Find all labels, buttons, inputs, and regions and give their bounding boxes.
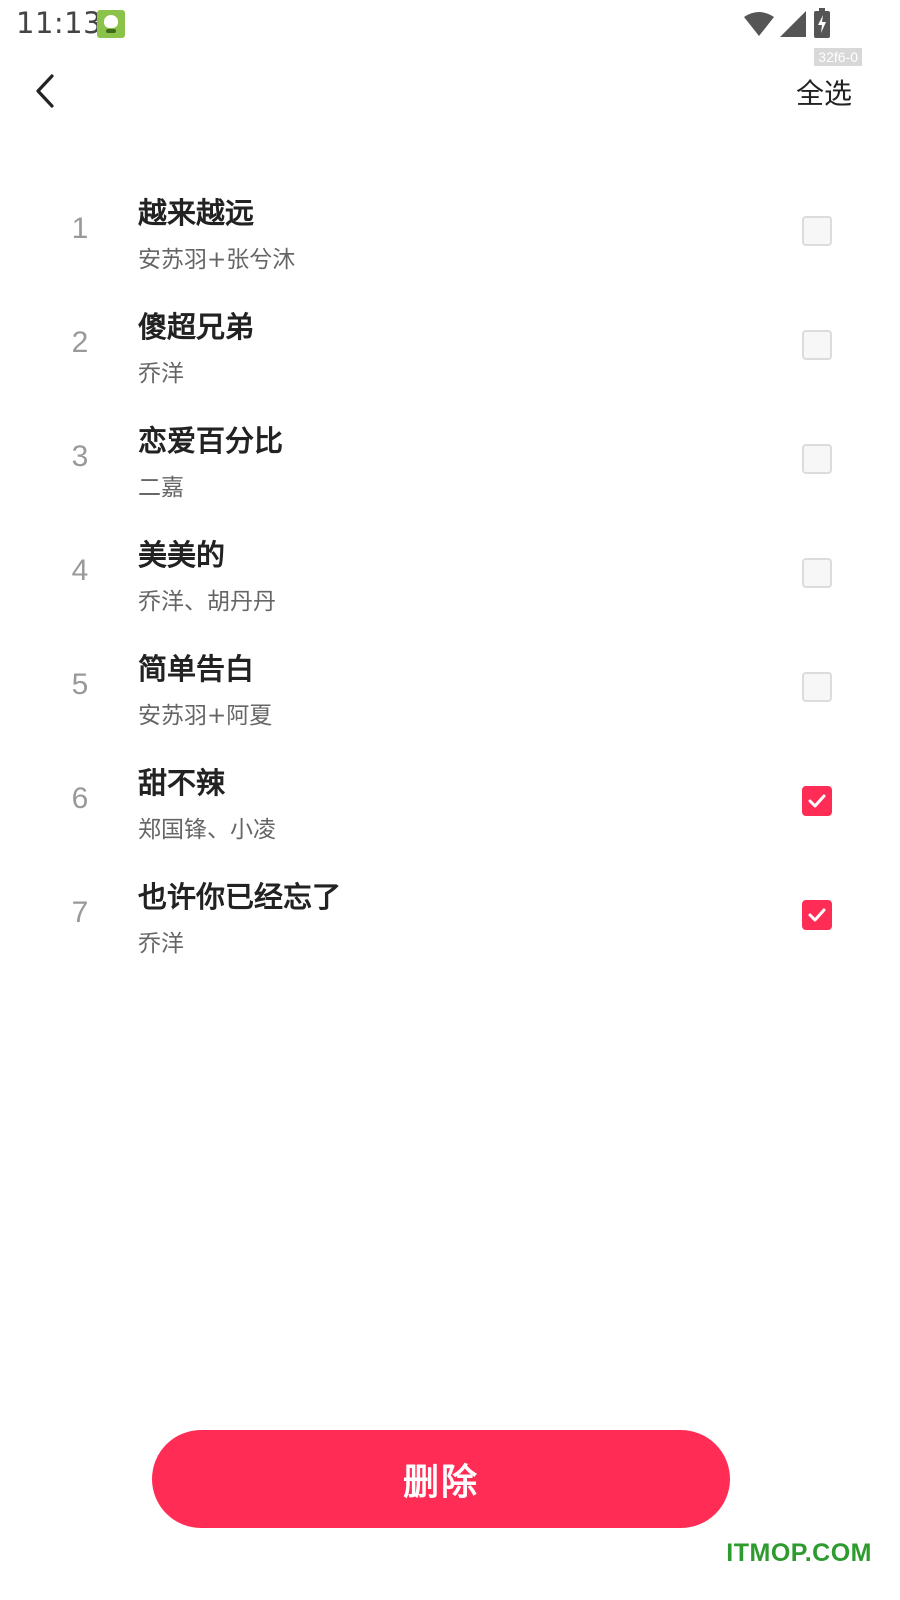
song-artist: 乔洋	[138, 931, 184, 957]
screen: 11:13 32f6-0 全选 1 越来越远 安苏羽+张兮沐 2 傻超兄弟 乔洋…	[0, 0, 900, 1600]
song-list: 1 越来越远 安苏羽+张兮沐 2 傻超兄弟 乔洋 3 恋爱百分比 二嘉 4 美美…	[0, 176, 900, 974]
song-index: 4	[71, 554, 89, 587]
song-artist: 二嘉	[138, 475, 184, 501]
back-button[interactable]	[28, 70, 68, 112]
song-checkbox[interactable]	[802, 216, 832, 246]
song-row[interactable]: 4 美美的 乔洋、胡丹丹	[0, 518, 900, 632]
song-checkbox[interactable]	[802, 900, 832, 930]
debug-tag: 32f6-0	[814, 48, 862, 66]
song-index: 6	[71, 782, 89, 815]
song-row[interactable]: 7 也许你已经忘了 乔洋	[0, 860, 900, 974]
song-index: 5	[71, 668, 89, 701]
song-row[interactable]: 3 恋爱百分比 二嘉	[0, 404, 900, 518]
song-title: 越来越远	[138, 196, 255, 230]
status-bar: 11:13 32f6-0	[0, 0, 900, 66]
song-title: 傻超兄弟	[138, 310, 255, 344]
song-row[interactable]: 5 简单告白 安苏羽+阿夏	[0, 632, 900, 746]
check-icon	[808, 908, 826, 922]
status-icons	[744, 8, 836, 38]
song-artist: 乔洋、胡丹丹	[138, 589, 276, 615]
song-title: 美美的	[138, 538, 226, 572]
song-row[interactable]: 2 傻超兄弟 乔洋	[0, 290, 900, 404]
wifi-icon	[744, 12, 774, 36]
song-checkbox[interactable]	[802, 786, 832, 816]
song-checkbox[interactable]	[802, 330, 832, 360]
battery-charging-icon	[814, 8, 830, 38]
song-title: 恋爱百分比	[138, 424, 284, 458]
song-row[interactable]: 1 越来越远 安苏羽+张兮沐	[0, 176, 900, 290]
song-index: 2	[71, 326, 89, 359]
song-index: 1	[71, 212, 89, 245]
chevron-left-icon	[36, 74, 54, 108]
watermark: ITMOP.COM	[726, 1539, 872, 1567]
song-checkbox[interactable]	[802, 558, 832, 588]
song-title: 甜不辣	[138, 766, 226, 800]
song-title: 也许你已经忘了	[138, 880, 342, 914]
song-index: 3	[71, 440, 89, 473]
delete-button[interactable]: 删除	[152, 1430, 730, 1528]
status-time: 11:13	[16, 6, 103, 40]
song-index: 7	[71, 896, 89, 929]
song-title: 简单告白	[138, 652, 255, 686]
song-artist: 乔洋	[138, 361, 184, 387]
check-icon	[808, 794, 826, 808]
song-artist: 郑国锋、小凌	[138, 817, 276, 843]
song-row[interactable]: 6 甜不辣 郑国锋、小凌	[0, 746, 900, 860]
song-checkbox[interactable]	[802, 444, 832, 474]
android-app-icon	[97, 10, 125, 38]
signal-icon	[780, 11, 806, 37]
song-artist: 安苏羽+张兮沐	[138, 247, 296, 273]
song-checkbox[interactable]	[802, 672, 832, 702]
song-artist: 安苏羽+阿夏	[138, 703, 273, 729]
select-all-button[interactable]: 全选	[796, 72, 852, 112]
